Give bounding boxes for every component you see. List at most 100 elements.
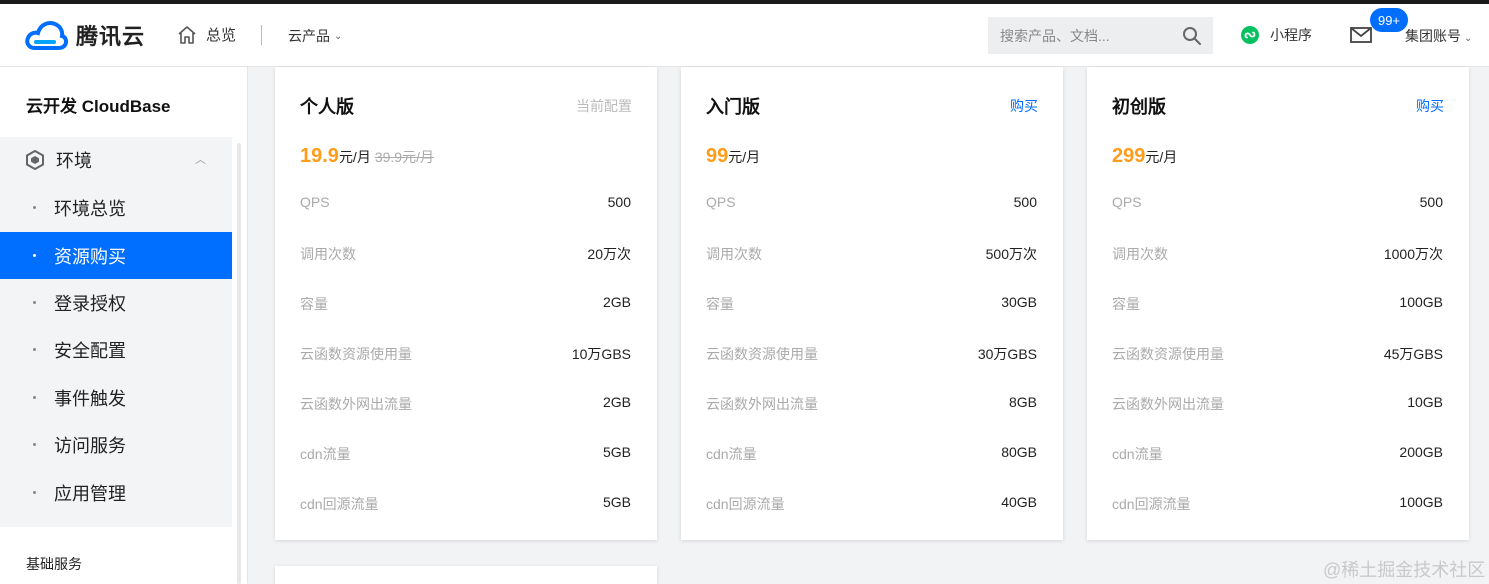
bullet-dot — [33, 254, 36, 257]
cloud-logo-icon — [25, 21, 68, 50]
sidebar-group-environment: 环境 ︿ 环境总览 资源购买 登录授权 安全配置 事件触发 访问服务 应用管理 — [0, 137, 232, 527]
plan-card-starter: 入门版 购买 99 元/月 QPS 500 调用次数 500万次 容量 30GB 云函… — [681, 67, 1063, 540]
spec-value: 10GB — [1407, 394, 1443, 410]
account-menu[interactable]: 集团账号 ⌄ — [1405, 26, 1472, 46]
spec-value: 2GB — [602, 294, 631, 310]
spec-value: 500 — [1013, 194, 1037, 210]
spec-row-cdn-traffic: cdn流量 80GB — [706, 444, 1037, 464]
spec-value: 500 — [1419, 194, 1443, 210]
plan-name: 初创版 — [1112, 97, 1166, 117]
logo[interactable]: 腾讯云 — [24, 18, 145, 52]
search-icon[interactable] — [1182, 26, 1202, 46]
spec-label: cdn回源流量 — [1112, 496, 1191, 512]
mini-program-label: 小程序 — [1270, 27, 1312, 43]
spec-label: 云函数资源使用量 — [706, 346, 818, 362]
bullet-dot — [33, 443, 36, 446]
price-unit: 元/月 — [338, 149, 371, 165]
nav-overview[interactable]: 总览 — [176, 24, 236, 45]
search-input[interactable] — [988, 17, 1213, 54]
sidebar-item-label: 事件触发 — [54, 388, 126, 409]
buy-link[interactable]: 购买 — [1010, 96, 1038, 116]
spec-row-calls: 调用次数 20万次 — [300, 244, 631, 264]
sidebar-group-header[interactable]: 环境 ︿ — [0, 137, 232, 183]
bullet-dot — [33, 491, 36, 494]
sidebar-item-event-trigger[interactable]: 事件触发 — [0, 374, 232, 421]
nav-overview-label: 总览 — [206, 27, 237, 44]
chevron-down-icon: ⌄ — [334, 30, 343, 42]
sidebar-item-env-overview[interactable]: 环境总览 — [0, 184, 232, 231]
spec-row-capacity: 容量 30GB — [706, 294, 1037, 314]
sidebar-item-resource-purchase[interactable]: 资源购买 — [0, 232, 232, 279]
spec-row-function-egress: 云函数外网出流量 2GB — [300, 394, 631, 414]
spec-value: 1000万次 — [1383, 246, 1443, 262]
chevron-up-icon: ︿ — [195, 154, 206, 166]
plan-price: 299 元/月 — [1112, 145, 1177, 168]
sidebar-item-security-config[interactable]: 安全配置 — [0, 326, 232, 373]
spec-row-capacity: 容量 100GB — [1112, 294, 1443, 314]
spec-value: 8GB — [1008, 394, 1037, 410]
spec-label: 调用次数 — [706, 246, 762, 262]
spec-value: 500万次 — [985, 246, 1037, 262]
spec-value: 10万GBS — [571, 346, 631, 362]
spec-row-cdn-traffic: cdn流量 5GB — [300, 444, 631, 464]
plan-price: 99 元/月 — [706, 145, 760, 168]
spec-label: 调用次数 — [300, 246, 356, 262]
hexagon-icon — [26, 150, 44, 170]
mini-program-link[interactable]: 小程序 — [1240, 25, 1312, 45]
spec-label: 云函数资源使用量 — [1112, 346, 1224, 362]
plan-name: 个人版 — [300, 97, 354, 117]
spec-row-function-usage: 云函数资源使用量 45万GBS — [1112, 344, 1443, 364]
price-value: 299 — [1112, 145, 1146, 167]
sidebar-item-label: 安全配置 — [54, 340, 126, 361]
nav-products-label: 云产品 — [288, 28, 330, 44]
spec-row-qps: QPS 500 — [300, 194, 631, 210]
spec-label: 云函数资源使用量 — [300, 346, 412, 362]
sidebar-scrollbar[interactable] — [237, 143, 241, 584]
spec-label: QPS — [1112, 194, 1142, 210]
spec-label: cdn流量 — [706, 446, 757, 462]
spec-label: cdn回源流量 — [706, 496, 785, 512]
buy-link[interactable]: 购买 — [1416, 96, 1444, 116]
plan-card-startup: 初创版 购买 299 元/月 QPS 500 调用次数 1000万次 容量 100GB… — [1087, 67, 1469, 540]
spec-row-calls: 调用次数 1000万次 — [1112, 244, 1443, 264]
spec-label: 云函数外网出流量 — [1112, 396, 1224, 412]
spec-label: cdn流量 — [300, 446, 351, 462]
spec-label: 调用次数 — [1112, 246, 1168, 262]
chevron-down-icon: ⌄ — [1464, 33, 1473, 44]
spec-row-cdn-traffic: cdn流量 200GB — [1112, 444, 1443, 464]
sidebar-section-basic-services[interactable]: 基础服务 — [26, 554, 82, 574]
bullet-dot — [33, 396, 36, 399]
current-config-label: 当前配置 — [576, 98, 632, 114]
price-unit: 元/月 — [1145, 149, 1178, 165]
spec-row-capacity: 容量 2GB — [300, 294, 631, 314]
spec-label: 云函数外网出流量 — [300, 396, 412, 412]
sidebar-item-access-service[interactable]: 访问服务 — [0, 421, 232, 468]
sidebar-item-label: 资源购买 — [54, 246, 126, 267]
spec-value: 500 — [607, 194, 631, 210]
plan-card-next-row — [275, 566, 657, 584]
account-label: 集团账号 — [1405, 28, 1461, 44]
spec-label: 云函数外网出流量 — [706, 396, 818, 412]
spec-value: 30万GBS — [977, 346, 1037, 362]
spec-label: 容量 — [300, 296, 328, 312]
spec-row-function-usage: 云函数资源使用量 30万GBS — [706, 344, 1037, 364]
price-value: 99 — [706, 145, 729, 167]
spec-label: 容量 — [706, 296, 734, 312]
plan-card-personal: 个人版 当前配置 19.9 元/月 39.9元/月 QPS 500 调用次数 20万… — [275, 67, 657, 540]
spec-row-cdn-origin: cdn回源流量 100GB — [1112, 494, 1443, 514]
sidebar-item-label: 环境总览 — [54, 198, 126, 219]
spec-value: 5GB — [602, 444, 631, 460]
spec-row-function-usage: 云函数资源使用量 10万GBS — [300, 344, 631, 364]
bullet-dot — [33, 348, 36, 351]
spec-row-qps: QPS 500 — [1112, 194, 1443, 210]
nav-products-dropdown[interactable]: 云产品 ⌄ — [288, 26, 342, 46]
sidebar-title: 云开发 CloudBase — [26, 97, 171, 116]
spec-value: 5GB — [602, 494, 631, 510]
sidebar-item-app-management[interactable]: 应用管理 — [0, 469, 232, 516]
spec-row-function-egress: 云函数外网出流量 10GB — [1112, 394, 1443, 414]
sidebar-item-login-auth[interactable]: 登录授权 — [0, 279, 232, 326]
top-navbar: 腾讯云 总览 云产品 ⌄ 小程序 99+ 集团账号⌄ — [0, 4, 1489, 67]
mail-icon[interactable] — [1350, 27, 1372, 43]
watermark: @稀土掘金技术社区 — [1323, 560, 1486, 580]
spec-value: 100GB — [1399, 494, 1443, 510]
